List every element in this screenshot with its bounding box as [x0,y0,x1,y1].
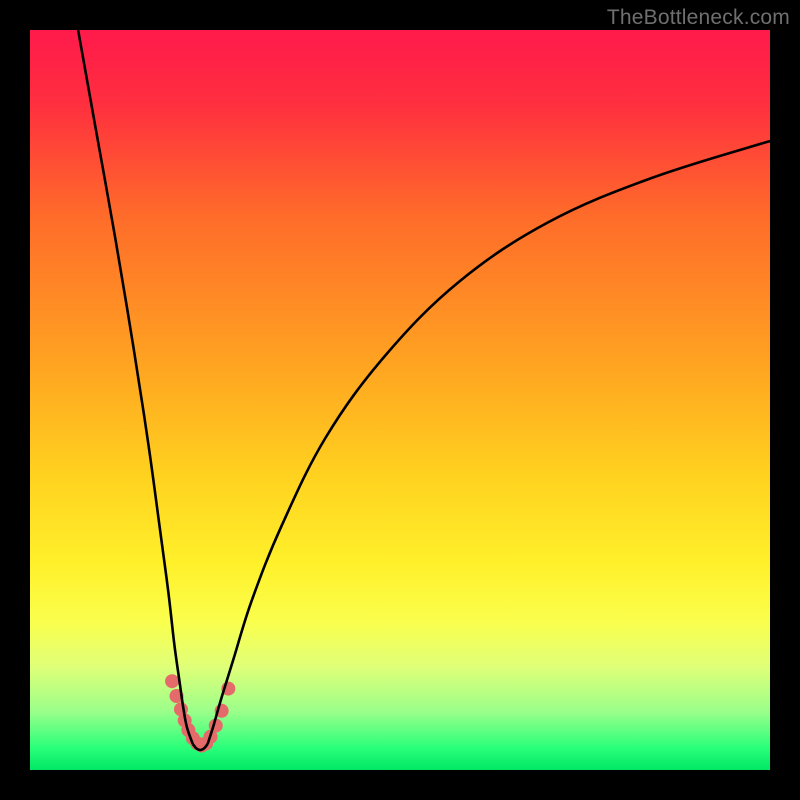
chart-frame [30,30,770,770]
watermark-text: TheBottleneck.com [607,6,790,30]
valley-marker [165,674,179,688]
bottleneck-chart [30,30,770,770]
